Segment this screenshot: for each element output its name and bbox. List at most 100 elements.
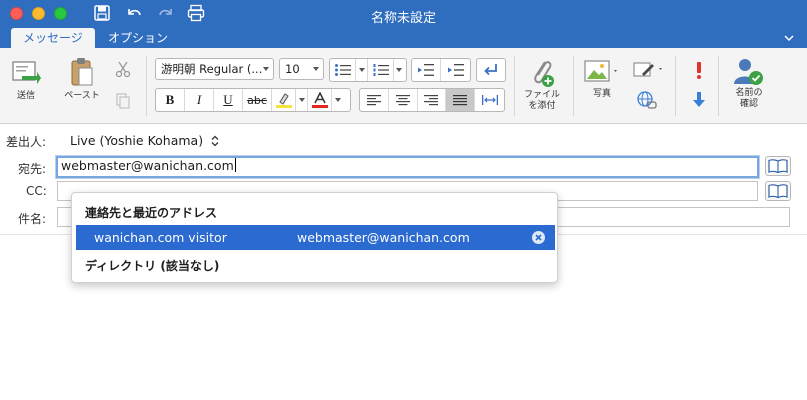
numbering-button[interactable] bbox=[368, 59, 394, 81]
suggestion-name: wanichan.com visitor bbox=[94, 230, 227, 245]
up-down-chevron-icon bbox=[211, 135, 219, 147]
autocomplete-popup: 連絡先と最近のアドレス wanichan.com visitor webmast… bbox=[71, 192, 558, 283]
font-size-select[interactable]: 10 bbox=[279, 58, 324, 80]
numbering-dropdown[interactable] bbox=[394, 59, 404, 81]
ribbon-separator bbox=[146, 56, 147, 116]
chevron-down-icon bbox=[313, 67, 319, 71]
text-direction-group bbox=[476, 58, 506, 82]
low-importance-icon[interactable] bbox=[690, 90, 708, 110]
remove-suggestion-icon[interactable] bbox=[531, 230, 546, 245]
highlight-button[interactable] bbox=[272, 89, 296, 111]
check-names-label-2: 確認 bbox=[739, 99, 758, 109]
font-format-group: B I U abc bbox=[155, 88, 351, 112]
justify-button[interactable] bbox=[446, 89, 476, 111]
cc-label: CC: bbox=[26, 184, 47, 198]
from-account-select[interactable]: Live (Yoshie Kohama) bbox=[70, 133, 220, 148]
bullets-dropdown[interactable] bbox=[356, 59, 368, 81]
from-value: Live (Yoshie Kohama) bbox=[70, 133, 204, 148]
link-globe-icon[interactable] bbox=[636, 90, 658, 110]
attach-file-label-2: を添付 bbox=[528, 101, 556, 111]
autocomplete-suggestion[interactable]: wanichan.com visitor webmaster@wanichan.… bbox=[76, 225, 555, 250]
autocomplete-section-recent: 連絡先と最近のアドレス bbox=[85, 206, 218, 220]
signature-icon[interactable] bbox=[632, 60, 664, 80]
font-name-value: 游明朝 Regular (... bbox=[161, 62, 263, 76]
align-center-button[interactable] bbox=[389, 89, 418, 111]
ribbon-separator bbox=[675, 56, 676, 116]
underline-button[interactable]: U bbox=[214, 89, 243, 111]
collapse-ribbon-icon[interactable] bbox=[783, 32, 795, 44]
photo-icon bbox=[584, 60, 617, 82]
ribbon-separator bbox=[718, 56, 719, 116]
check-names-label-1: 名前の bbox=[735, 88, 763, 98]
text-direction-button[interactable] bbox=[477, 59, 505, 81]
send-label: 送信 bbox=[16, 91, 35, 101]
to-address-book-button[interactable] bbox=[765, 156, 791, 176]
font-size-value: 10 bbox=[285, 62, 300, 76]
font-name-select[interactable]: 游明朝 Regular (... bbox=[155, 58, 274, 80]
justify-icon bbox=[453, 95, 468, 106]
bullets-button[interactable] bbox=[330, 59, 356, 81]
cut-icon[interactable] bbox=[114, 60, 132, 78]
attach-file-label-1: ファイル bbox=[523, 90, 560, 100]
cc-address-book-button[interactable] bbox=[765, 181, 791, 201]
align-center-icon bbox=[395, 95, 410, 106]
strikethrough-button[interactable]: abc bbox=[243, 89, 272, 111]
align-left-icon bbox=[366, 95, 381, 106]
return-arrow-icon bbox=[484, 64, 497, 76]
alignment-group bbox=[359, 88, 505, 112]
send-icon bbox=[12, 61, 41, 84]
increase-indent-icon bbox=[447, 64, 464, 76]
check-names-icon bbox=[734, 59, 763, 85]
highlight-dropdown[interactable] bbox=[296, 89, 308, 111]
chevron-down-icon bbox=[396, 68, 402, 72]
paste-label: ペースト bbox=[64, 91, 100, 101]
window-title: 名称未設定 bbox=[370, 11, 436, 26]
distributed-icon bbox=[481, 95, 498, 105]
chevron-down-icon bbox=[358, 68, 365, 72]
increase-indent-button[interactable] bbox=[441, 59, 470, 81]
send-button[interactable]: 送信 bbox=[8, 58, 44, 102]
photo-label: 写真 bbox=[592, 89, 611, 99]
suggestion-email: webmaster@wanichan.com bbox=[297, 230, 470, 245]
italic-button[interactable]: I bbox=[185, 89, 214, 111]
numbered-list-icon bbox=[373, 64, 389, 76]
tab-message[interactable]: メッセージ bbox=[11, 28, 95, 48]
align-right-icon bbox=[424, 95, 439, 106]
tab-options[interactable]: オプション bbox=[96, 28, 180, 48]
clipboard-icon bbox=[71, 58, 93, 86]
font-color-button[interactable] bbox=[308, 89, 332, 111]
font-color-dropdown[interactable] bbox=[332, 89, 344, 111]
paste-button[interactable]: ペースト bbox=[62, 56, 102, 102]
address-book-icon bbox=[768, 159, 788, 173]
decrease-indent-button[interactable] bbox=[412, 59, 442, 81]
to-value: webmaster@wanichan.com bbox=[61, 158, 234, 173]
high-importance-icon[interactable] bbox=[692, 60, 706, 80]
ribbon-separator bbox=[573, 56, 574, 116]
ribbon-separator bbox=[514, 56, 515, 116]
font-color-icon bbox=[311, 92, 328, 108]
text-caret bbox=[234, 158, 236, 172]
check-names-button[interactable]: 名前の 確認 bbox=[727, 56, 771, 110]
address-book-icon bbox=[768, 184, 788, 198]
attach-file-button[interactable]: ファイル を添付 bbox=[519, 56, 565, 112]
chevron-down-icon bbox=[263, 67, 269, 71]
bullet-list-icon bbox=[334, 64, 351, 76]
copy-icon[interactable] bbox=[114, 92, 132, 110]
subject-label: 件名: bbox=[18, 212, 47, 226]
paperclip-icon bbox=[534, 61, 554, 87]
indent-group bbox=[411, 58, 471, 82]
to-label: 宛先: bbox=[18, 162, 47, 176]
highlighter-icon bbox=[275, 93, 292, 108]
ribbon: 送信 ペースト 游明朝 Regular (... 10 B I U abc ファ… bbox=[0, 48, 807, 124]
list-group bbox=[329, 58, 407, 82]
decrease-indent-icon bbox=[418, 64, 434, 76]
bold-button[interactable]: B bbox=[156, 89, 185, 111]
align-left-button[interactable] bbox=[360, 89, 389, 111]
photo-button[interactable]: 写真 bbox=[582, 58, 622, 100]
autocomplete-section-directory: ディレクトリ (該当なし) bbox=[85, 259, 220, 273]
chevron-down-icon bbox=[335, 98, 341, 102]
chevron-down-icon bbox=[298, 98, 305, 102]
align-right-button[interactable] bbox=[418, 89, 447, 111]
distributed-button[interactable] bbox=[475, 89, 504, 111]
to-field[interactable]: webmaster@wanichan.com bbox=[56, 156, 759, 178]
